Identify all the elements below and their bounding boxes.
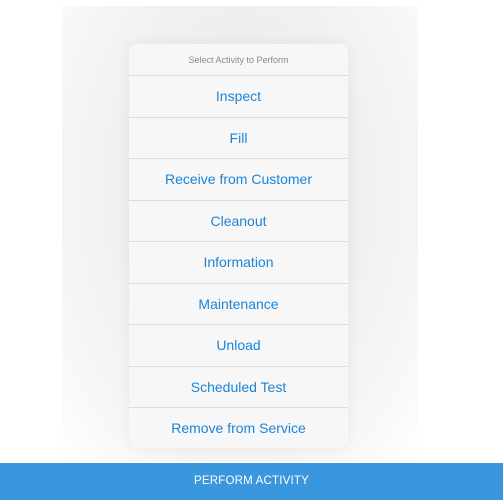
activity-option-unload[interactable]: Unload <box>129 325 348 367</box>
activity-option-information[interactable]: Information <box>129 242 348 284</box>
screen: Select Activity to Perform Inspect Fill … <box>0 0 503 500</box>
activity-option-fill[interactable]: Fill <box>129 118 348 159</box>
activity-action-sheet: Select Activity to Perform Inspect Fill … <box>129 44 348 448</box>
perform-activity-button[interactable]: PERFORM ACTIVITY <box>0 463 503 500</box>
activity-option-maintenance[interactable]: Maintenance <box>129 284 348 325</box>
activity-option-inspect[interactable]: Inspect <box>129 76 348 118</box>
activity-option-cleanout[interactable]: Cleanout <box>129 201 348 242</box>
action-sheet-title: Select Activity to Perform <box>129 44 348 76</box>
activity-option-receive-from-customer[interactable]: Receive from Customer <box>129 159 348 201</box>
activity-option-scheduled-test[interactable]: Scheduled Test <box>129 367 348 408</box>
activity-options-list: Inspect Fill Receive from Customer Clean… <box>129 76 348 448</box>
activity-option-remove-from-service[interactable]: Remove from Service <box>129 408 348 448</box>
